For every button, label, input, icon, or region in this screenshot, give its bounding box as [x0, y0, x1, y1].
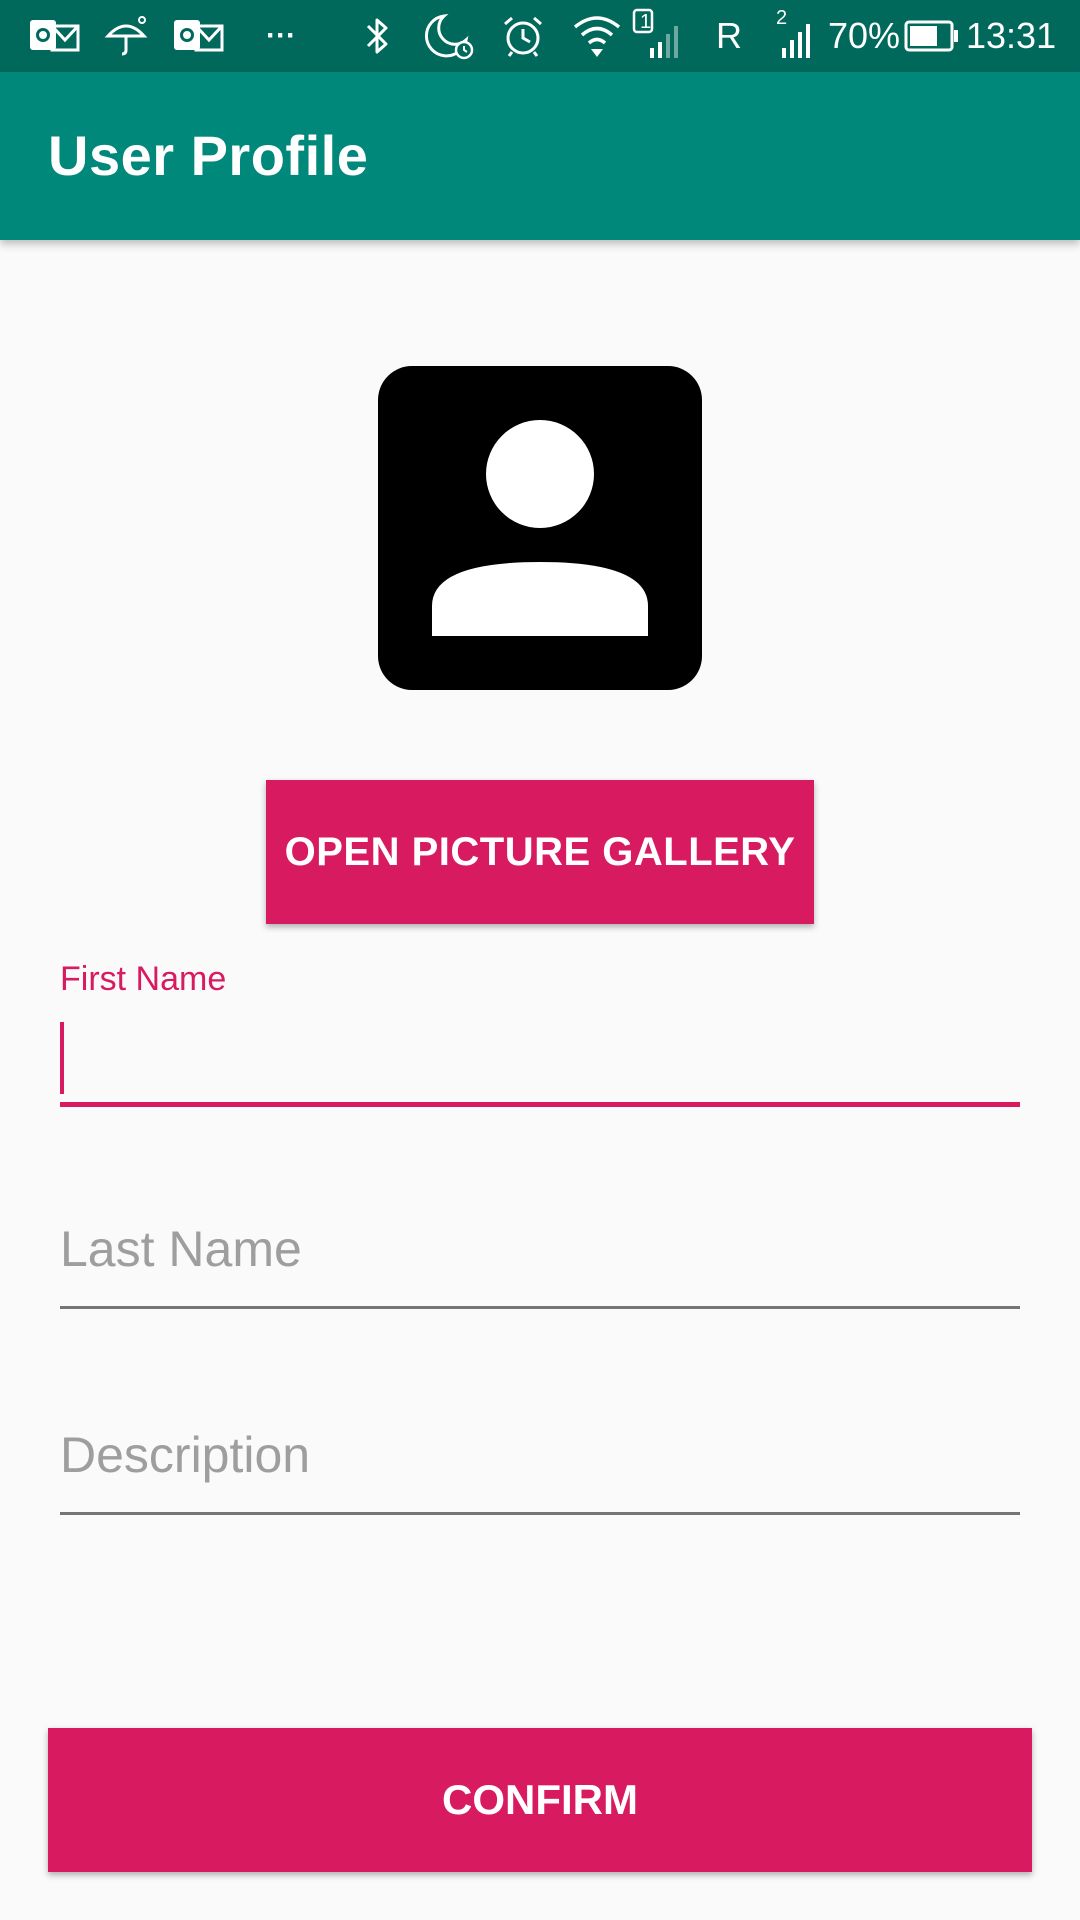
outlook-icon: [28, 0, 80, 72]
last-name-field[interactable]: Last Name: [60, 1220, 1020, 1310]
page-title: User Profile: [48, 124, 369, 187]
description-underline: [60, 1512, 1020, 1515]
first-name-input[interactable]: [60, 1012, 1020, 1092]
description-input[interactable]: Description: [60, 1426, 1020, 1506]
description-field[interactable]: Description: [60, 1426, 1020, 1516]
first-name-underline: [60, 1102, 1020, 1107]
bluetooth-icon: [362, 0, 392, 72]
account-box-icon: [378, 366, 702, 690]
wifi-icon: [572, 0, 622, 72]
outlook-icon: [172, 0, 224, 72]
first-name-field[interactable]: First Name: [60, 960, 1020, 1110]
more-notifications-icon: ···: [266, 19, 296, 52]
last-name-underline: [60, 1306, 1020, 1309]
last-name-input[interactable]: Last Name: [60, 1220, 1020, 1300]
do-not-disturb-icon: [422, 0, 476, 72]
open-gallery-button[interactable]: OPEN PICTURE GALLERY: [266, 780, 814, 924]
battery-percent: 70%: [828, 15, 901, 56]
confirm-button[interactable]: CONFIRM: [48, 1728, 1032, 1872]
sim2-label: 2: [776, 6, 788, 29]
sim1-label: 1: [640, 10, 652, 33]
status-bar: ··· 1 R 2 70% 13:31: [0, 0, 1080, 72]
battery-icon: [904, 0, 960, 72]
alarm-icon: [500, 0, 546, 72]
roaming-indicator: R: [716, 15, 742, 56]
umbrella-icon: [104, 0, 148, 72]
app-bar: User Profile: [0, 72, 1080, 240]
status-time: 13:31: [966, 15, 1057, 56]
first-name-label: First Name: [60, 960, 227, 998]
